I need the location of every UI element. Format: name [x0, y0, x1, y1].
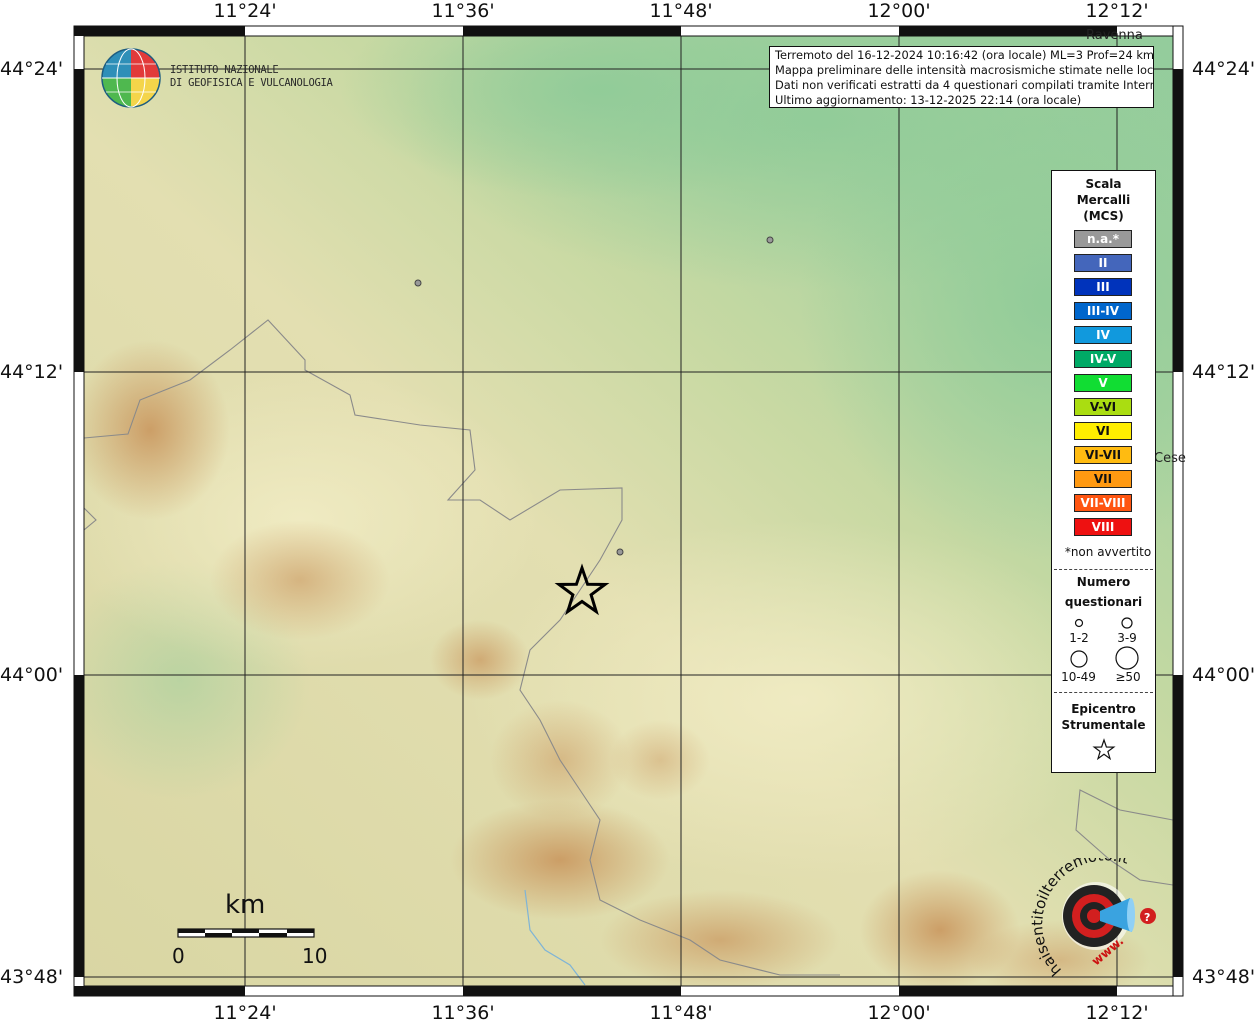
longitude-label-top: 12°00' — [867, 0, 931, 22]
intensity-swatch: V — [1074, 374, 1132, 392]
event-info-line: Mappa preliminare delle intensità macros… — [775, 63, 1154, 77]
longitude-label-bottom: 12°12' — [1085, 1002, 1149, 1024]
count-class-label: ≥50 — [1115, 670, 1141, 684]
count-class-label: 1-2 — [1069, 631, 1089, 645]
intensity-swatch: VII-VIII — [1074, 494, 1132, 512]
count-legend-title: questionari — [1064, 595, 1143, 609]
legend-title: Mercalli — [1076, 193, 1131, 207]
locality-marker[interactable] — [414, 279, 422, 287]
not-felt-note: *non avvertito — [1064, 545, 1152, 559]
place-label-ravenna: Ravenna — [1086, 28, 1143, 43]
intensity-swatch: V-VI — [1074, 398, 1132, 416]
latitude-label-right: 44°00' — [1192, 664, 1256, 686]
locality-marker[interactable] — [616, 548, 624, 556]
count-legend-title: Numero — [1076, 575, 1131, 589]
intensity-swatch: IV — [1074, 326, 1132, 344]
count-class-label: 10-49 — [1061, 670, 1096, 684]
event-info-line: Dati non verificati estratti da 4 questi… — [775, 78, 1154, 92]
intensity-swatch: II — [1074, 254, 1132, 272]
intensity-swatch: VI — [1074, 422, 1132, 440]
longitude-label-bottom: 11°36' — [431, 1002, 495, 1024]
institute-name-line2: DI GEOFISICA E VULCANOLOGIA — [170, 77, 333, 89]
longitude-label-bottom: 11°24' — [213, 1002, 277, 1024]
scale-bar-start: 0 — [172, 944, 185, 968]
map-figure: ? 11°24' 11°36' 11°48' 12°00' 12°12' 11°… — [0, 0, 1256, 1024]
svg-text:haisentitoilterremoto.it: haisentitoilterremoto.it — [1030, 858, 1131, 978]
latitude-label-left: 44°00' — [0, 664, 64, 686]
longitude-label-top: 11°36' — [431, 0, 495, 22]
longitude-label-bottom: 11°48' — [649, 1002, 713, 1024]
legend-title: Scala — [1085, 177, 1122, 191]
event-info-line: Ultimo aggiornamento: 13-12-2025 22:14 (… — [775, 93, 1082, 107]
legend-divider — [1054, 692, 1153, 693]
intensity-swatch: n.a.* — [1074, 230, 1132, 248]
latitude-label-right: 43°48' — [1192, 966, 1256, 988]
institute-name-line1: ISTITUTO NAZIONALE — [170, 64, 279, 76]
ingv-logo-icon — [101, 48, 161, 108]
intensity-swatch: IV-V — [1074, 350, 1132, 368]
latitude-label-left: 44°12' — [0, 361, 64, 383]
haisentito-watermark: haisentitoilterremoto.it www. — [1030, 858, 1131, 978]
scale-bar-end: 10 — [302, 944, 328, 968]
latitude-label-right: 44°24' — [1192, 58, 1256, 80]
intensity-swatch: VII — [1074, 470, 1132, 488]
intensity-legend: Scala Mercalli (MCS) n.a.* II III III-IV IV I… — [1051, 170, 1156, 773]
scale-bar — [177, 928, 315, 938]
longitude-label-top: 11°48' — [649, 0, 713, 22]
locality-marker[interactable] — [766, 236, 774, 244]
event-info-box: Terremoto del 16-12-2024 10:16:42 (ora l… — [769, 46, 1154, 108]
longitude-label-bottom: 12°00' — [867, 1002, 931, 1024]
latitude-label-right: 44°12' — [1192, 361, 1256, 383]
intensity-swatch: III — [1074, 278, 1132, 296]
count-class-label: 3-9 — [1117, 631, 1137, 645]
intensity-swatch: VIII — [1074, 518, 1132, 536]
intensity-swatch: III-IV — [1074, 302, 1132, 320]
svg-text:www.: www. — [1089, 934, 1126, 969]
intensity-swatch: VI-VII — [1074, 446, 1132, 464]
epicenter-legend-title: Strumentale — [1061, 718, 1146, 732]
legend-title: (MCS) — [1083, 209, 1124, 223]
place-label-cesena: Cese — [1154, 451, 1186, 466]
latitude-label-left: 44°24' — [0, 58, 64, 80]
epicenter-legend-star-icon — [1092, 738, 1116, 761]
institute-name: ISTITUTO NAZIONALE DI GEOFISICA E VULCAN… — [170, 64, 333, 90]
longitude-label-top: 12°12' — [1085, 0, 1149, 22]
legend-divider — [1054, 569, 1153, 570]
event-info-line: Terremoto del 16-12-2024 10:16:42 (ora l… — [775, 48, 1154, 62]
latitude-label-left: 43°48' — [0, 966, 64, 988]
epicenter-legend-title: Epicentro — [1071, 702, 1136, 716]
longitude-label-top: 11°24' — [213, 0, 277, 22]
scale-bar-unit: km — [225, 890, 266, 920]
